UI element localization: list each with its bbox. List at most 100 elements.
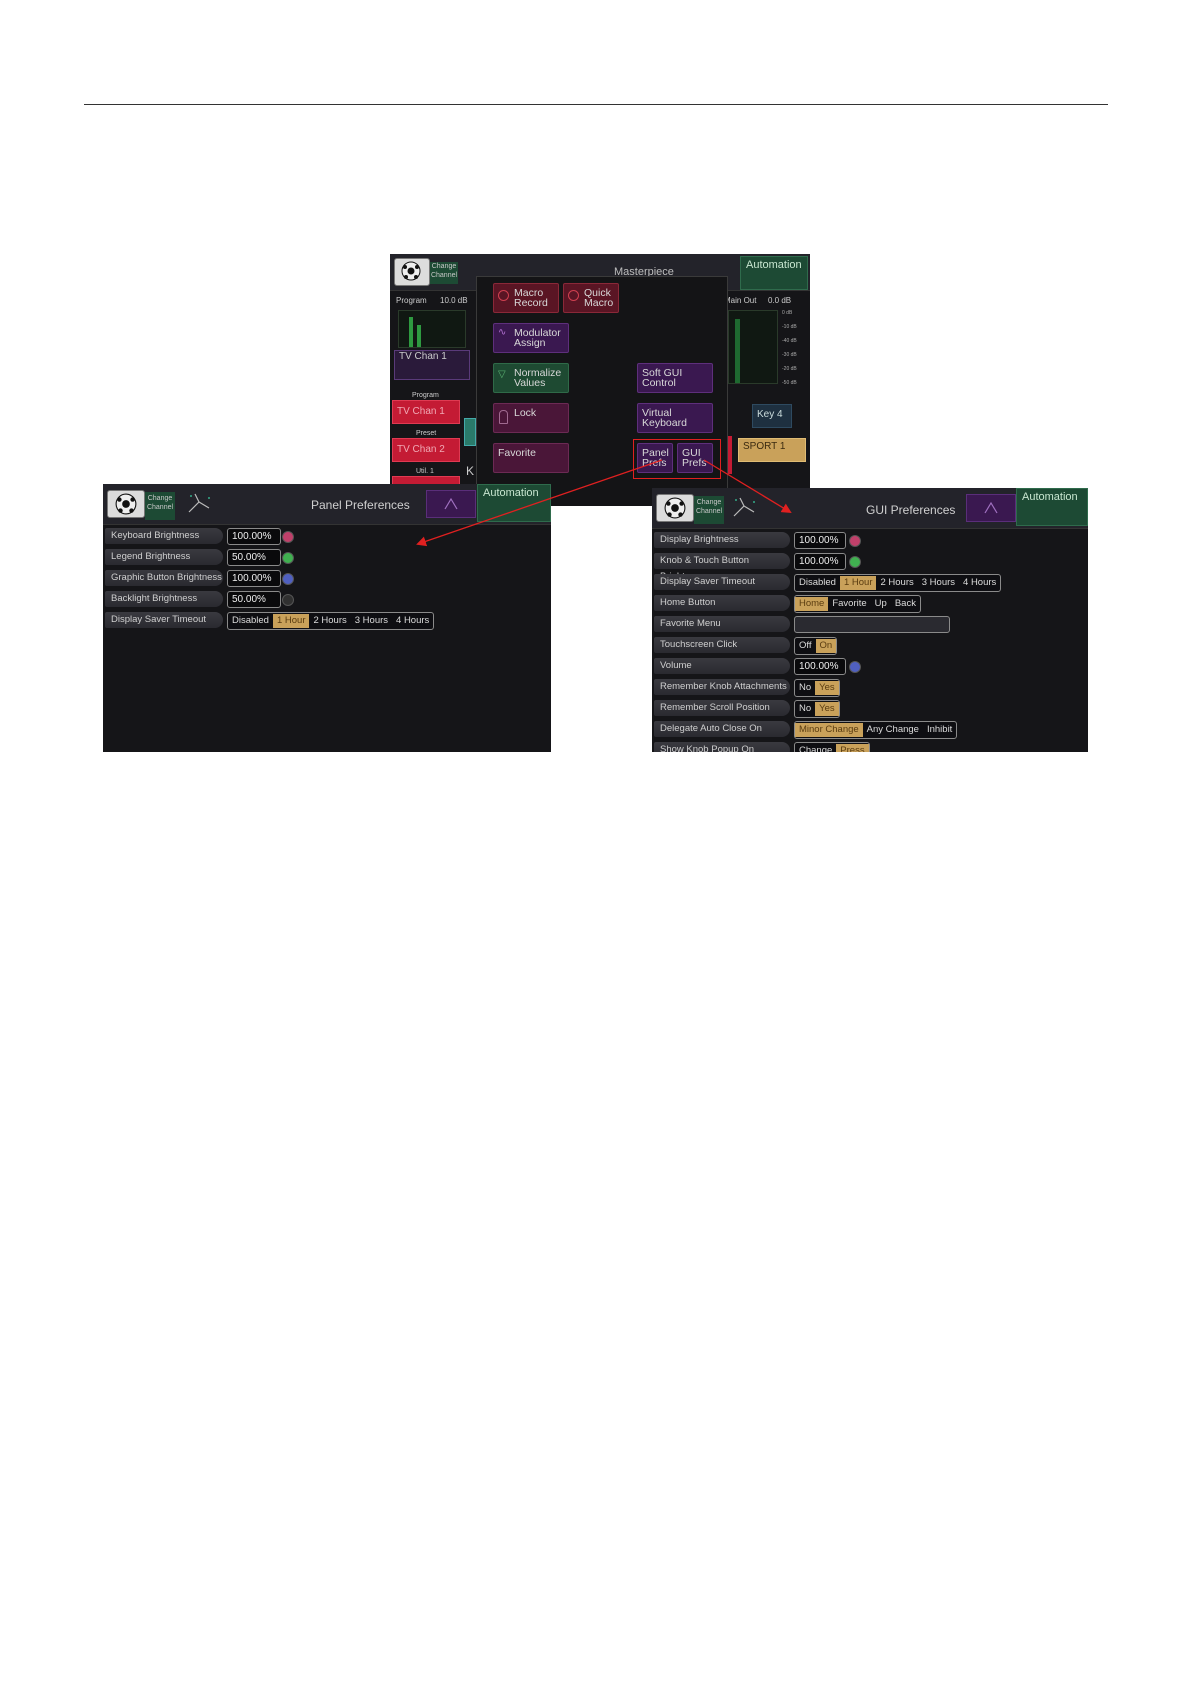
bus-preset-label: Preset	[416, 430, 437, 437]
keyboard-brightness-label: Keyboard Brightness	[105, 528, 223, 544]
volume-label: Volume	[654, 658, 790, 674]
option-3-hours[interactable]: 3 Hours	[918, 576, 959, 590]
option-on[interactable]: On	[815, 639, 837, 653]
modulator-assign-button[interactable]: ∿ Modulator Assign	[493, 323, 569, 353]
automation-button[interactable]: Automation	[1016, 488, 1088, 526]
up-button[interactable]	[966, 494, 1016, 522]
meter-scale: 0 dB -10 dB -40 dB -30 dB -20 dB -50 dB	[782, 310, 797, 386]
wave-icon: ∿	[498, 327, 507, 338]
change-channel-label[interactable]: Change Channel	[694, 496, 724, 524]
home-button-selector[interactable]: Home Favorite Up Back	[794, 595, 921, 613]
option-2-hours[interactable]: 2 Hours	[876, 576, 917, 590]
lock-icon	[499, 410, 508, 424]
display-saver-timeout-label: Display Saver Timeout	[105, 612, 223, 628]
sport1-button[interactable]: SPORT 1	[738, 438, 806, 462]
legend-brightness-indicator	[282, 552, 294, 564]
key4-button[interactable]: Key 4	[752, 404, 792, 428]
bus-program-value[interactable]: TV Chan 1	[392, 400, 460, 424]
volume-value[interactable]: 100.00%	[794, 658, 846, 675]
option-3-hours[interactable]: 3 Hours	[351, 614, 392, 628]
remember-scroll-position-label: Remember Scroll Position	[654, 700, 790, 716]
display-saver-timeout-label: Display Saver Timeout	[654, 574, 790, 590]
option-1-hour[interactable]: 1 Hour	[272, 614, 310, 628]
channel-ball-icon[interactable]	[107, 490, 145, 518]
channel-ball-icon[interactable]	[394, 258, 430, 286]
option-no[interactable]: No	[795, 702, 815, 716]
panel-prefs-title: Panel Preferences	[311, 498, 410, 512]
chevron-up-icon	[444, 497, 458, 510]
normalize-icon: ▽	[498, 369, 506, 380]
favorite-label: Favorite	[498, 447, 536, 459]
favorite-button[interactable]: Favorite	[493, 443, 569, 473]
display-brightness-value[interactable]: 100.00%	[794, 532, 846, 549]
option-inhibit[interactable]: Inhibit	[923, 723, 956, 737]
keyboard-brightness-value[interactable]: 100.00%	[227, 528, 281, 545]
soft-gui-control-label: Soft GUI Control	[642, 367, 683, 389]
option-4-hours[interactable]: 4 Hours	[959, 576, 1000, 590]
graphic-button-brightness-value[interactable]: 100.00%	[227, 570, 281, 587]
remember-scroll-position-selector[interactable]: No Yes	[794, 700, 840, 718]
main-out-meter	[728, 310, 778, 384]
virtual-keyboard-button[interactable]: Virtual Keyboard	[637, 403, 713, 433]
knob-touch-brightness-indicator	[849, 556, 861, 568]
keyboard-brightness-indicator	[282, 531, 294, 543]
touchscreen-click-selector[interactable]: Off On	[794, 637, 838, 655]
option-4-hours[interactable]: 4 Hours	[392, 614, 433, 628]
change-channel-label[interactable]: Change Channel	[145, 492, 175, 520]
option-disabled[interactable]: Disabled	[795, 576, 840, 590]
option-disabled[interactable]: Disabled	[228, 614, 273, 628]
bus-preset-value[interactable]: TV Chan 2	[392, 438, 460, 462]
clock-icon	[730, 494, 758, 524]
channel-box[interactable]: TV Chan 1	[394, 350, 470, 380]
remember-knob-attachments-selector[interactable]: No Yes	[794, 679, 840, 697]
volume-indicator	[849, 661, 861, 673]
modulator-assign-label: Modulator Assign	[514, 327, 561, 349]
favorite-menu-field[interactable]	[794, 616, 950, 633]
option-minor-change[interactable]: Minor Change	[795, 723, 863, 737]
graphic-button-brightness-indicator	[282, 573, 294, 585]
backlight-brightness-label: Backlight Brightness	[105, 591, 223, 607]
backlight-brightness-value[interactable]: 50.00%	[227, 591, 281, 608]
knob-touch-brightness-value[interactable]: 100.00%	[794, 553, 846, 570]
partial-green-button[interactable]	[464, 418, 476, 446]
option-yes[interactable]: Yes	[815, 702, 839, 716]
option-2-hours[interactable]: 2 Hours	[309, 614, 350, 628]
option-any-change[interactable]: Any Change	[863, 723, 923, 737]
macro-record-button[interactable]: Macro Record	[493, 283, 559, 313]
record-icon	[568, 290, 579, 301]
soft-gui-control-button[interactable]: Soft GUI Control	[637, 363, 713, 393]
show-knob-popup-selector[interactable]: Change Press	[794, 742, 870, 752]
option-favorite[interactable]: Favorite	[828, 597, 870, 611]
option-back[interactable]: Back	[891, 597, 920, 611]
option-1-hour[interactable]: 1 Hour	[839, 576, 877, 590]
display-brightness-indicator	[849, 535, 861, 547]
backlight-brightness-indicator	[282, 594, 294, 606]
option-change[interactable]: Change	[795, 744, 836, 752]
option-press[interactable]: Press	[836, 744, 869, 752]
normalize-values-button[interactable]: ▽ Normalize Values	[493, 363, 569, 393]
knob-touch-brightness-label: Knob & Touch Button Brightness	[654, 553, 790, 582]
display-saver-timeout-selector[interactable]: Disabled 1 Hour 2 Hours 3 Hours 4 Hours	[227, 612, 435, 630]
option-up[interactable]: Up	[871, 597, 891, 611]
automation-button[interactable]: Automation	[477, 484, 551, 522]
change-channel-label[interactable]: Change Channel	[430, 262, 458, 284]
prefs-highlight-box	[633, 439, 721, 479]
quick-macro-button[interactable]: Quick Macro	[563, 283, 619, 313]
virtual-keyboard-label: Virtual Keyboard	[642, 407, 687, 429]
legend-brightness-value[interactable]: 50.00%	[227, 549, 281, 566]
delegate-auto-close-selector[interactable]: Minor Change Any Change Inhibit	[794, 721, 958, 739]
option-yes[interactable]: Yes	[815, 681, 839, 695]
channel-ball-icon[interactable]	[656, 494, 694, 522]
display-brightness-label: Display Brightness	[654, 532, 790, 548]
lock-button[interactable]: Lock	[493, 403, 569, 433]
menu-overlay: Macro Record Quick Macro ∿ Modulator Ass…	[476, 276, 728, 506]
option-no[interactable]: No	[795, 681, 815, 695]
option-off[interactable]: Off	[795, 639, 816, 653]
clock-icon	[185, 490, 213, 520]
automation-button[interactable]: Automation	[740, 256, 808, 290]
display-saver-timeout-selector[interactable]: Disabled 1 Hour 2 Hours 3 Hours 4 Hours	[794, 574, 1002, 592]
main-menu-screenshot: Change Channel Masterpiece Automation Pr…	[390, 254, 810, 506]
show-knob-popup-label: Show Knob Popup On	[654, 742, 790, 752]
option-home[interactable]: Home	[795, 597, 829, 611]
up-button[interactable]	[426, 490, 476, 518]
